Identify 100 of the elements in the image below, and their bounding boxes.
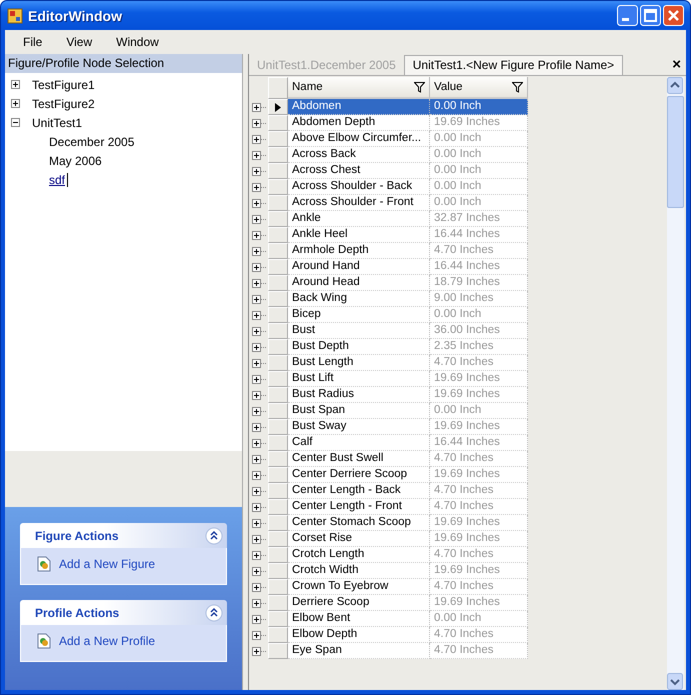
- collapse-icon[interactable]: [205, 526, 223, 544]
- table-cell[interactable]: Abdomen Depth: [288, 115, 430, 131]
- expand-icon[interactable]: [252, 118, 261, 128]
- tree-node[interactable]: December 2005: [47, 134, 136, 148]
- expand-icon[interactable]: [252, 182, 261, 192]
- close-icon[interactable]: [663, 5, 684, 26]
- expand-icon[interactable]: [252, 406, 261, 416]
- table-cell[interactable]: Center Bust Swell: [288, 451, 430, 467]
- expand-icon[interactable]: [252, 150, 261, 160]
- expand-icon[interactable]: [252, 102, 261, 112]
- table-cell[interactable]: Bust Sway: [288, 419, 430, 435]
- expand-icon[interactable]: [252, 262, 261, 272]
- expand-icon[interactable]: [252, 454, 261, 464]
- filter-icon[interactable]: [414, 82, 425, 92]
- table-cell[interactable]: Calf: [288, 435, 430, 451]
- table-cell[interactable]: Across Back: [288, 147, 430, 163]
- tree-node[interactable]: sdf: [47, 172, 68, 186]
- table-cell[interactable]: Center Stomach Scoop: [288, 515, 430, 531]
- collapse-icon[interactable]: [11, 118, 20, 127]
- table-cell[interactable]: Bust Radius: [288, 387, 430, 403]
- table-cell[interactable]: Center Length - Front: [288, 499, 430, 515]
- table-cell[interactable]: Bust Span: [288, 403, 430, 419]
- table-cell[interactable]: Ankle Heel: [288, 227, 430, 243]
- expand-icon[interactable]: [252, 582, 261, 592]
- table-cell[interactable]: Across Shoulder - Front: [288, 195, 430, 211]
- action-link[interactable]: Add a New Figure: [59, 557, 156, 571]
- row-header[interactable]: [268, 99, 288, 115]
- expand-icon[interactable]: [252, 598, 261, 608]
- expand-icon[interactable]: [252, 214, 261, 224]
- expand-icon[interactable]: [252, 566, 261, 576]
- scroll-thumb[interactable]: [667, 96, 684, 208]
- table-cell[interactable]: Derriere Scoop: [288, 595, 430, 611]
- table-cell[interactable]: Crotch Width: [288, 563, 430, 579]
- expand-icon[interactable]: [252, 614, 261, 624]
- table-cell[interactable]: Above Elbow Circumfer...: [288, 131, 430, 147]
- expand-icon[interactable]: [252, 438, 261, 448]
- close-tab-button[interactable]: ×: [667, 56, 686, 75]
- table-cell[interactable]: Elbow Bent: [288, 611, 430, 627]
- expand-icon[interactable]: [252, 310, 261, 320]
- expand-icon[interactable]: [252, 534, 261, 544]
- expand-icon[interactable]: [252, 358, 261, 368]
- expand-icon[interactable]: [252, 422, 261, 432]
- vertical-scrollbar[interactable]: [667, 77, 684, 690]
- table-cell[interactable]: Bust Length: [288, 355, 430, 371]
- table-cell[interactable]: Across Chest: [288, 163, 430, 179]
- tree-node[interactable]: TestFigure1: [30, 78, 97, 92]
- table-cell[interactable]: Center Derriere Scoop: [288, 467, 430, 483]
- column-header[interactable]: Value: [430, 77, 528, 99]
- expand-icon[interactable]: [252, 470, 261, 480]
- table-cell[interactable]: Across Shoulder - Back: [288, 179, 430, 195]
- table-cell[interactable]: Bust: [288, 323, 430, 339]
- table-cell[interactable]: Crown To Eyebrow: [288, 579, 430, 595]
- expand-icon[interactable]: [252, 134, 261, 144]
- expand-icon[interactable]: [252, 518, 261, 528]
- menu-item[interactable]: Window: [104, 35, 171, 49]
- table-cell[interactable]: Bicep: [288, 307, 430, 323]
- expand-icon[interactable]: [252, 550, 261, 560]
- column-header[interactable]: Name: [288, 77, 430, 99]
- table-cell[interactable]: Eye Span: [288, 643, 430, 659]
- expand-icon[interactable]: [252, 630, 261, 640]
- menu-item[interactable]: File: [11, 35, 54, 49]
- table-cell[interactable]: Crotch Length: [288, 547, 430, 563]
- table-cell[interactable]: Corset Rise: [288, 531, 430, 547]
- expand-icon[interactable]: [11, 99, 20, 108]
- expand-icon[interactable]: [252, 390, 261, 400]
- table-cell[interactable]: Elbow Depth: [288, 627, 430, 643]
- tree-node[interactable]: May 2006: [47, 154, 104, 168]
- table-cell[interactable]: Ankle: [288, 211, 430, 227]
- tree-node[interactable]: TestFigure2: [30, 96, 97, 110]
- filter-icon[interactable]: [512, 82, 523, 92]
- tree-node[interactable]: UnitTest1: [30, 116, 84, 130]
- expand-icon[interactable]: [252, 502, 261, 512]
- menu-item[interactable]: View: [54, 35, 104, 49]
- maximize-icon[interactable]: [640, 5, 661, 26]
- expand-icon[interactable]: [252, 246, 261, 256]
- table-cell[interactable]: 0.00 Inch: [430, 99, 528, 115]
- collapse-icon[interactable]: [205, 604, 223, 622]
- expand-icon[interactable]: [11, 80, 20, 89]
- scroll-down-icon[interactable]: [667, 673, 683, 690]
- expand-icon[interactable]: [252, 166, 261, 176]
- scroll-up-icon[interactable]: [667, 77, 683, 94]
- table-cell[interactable]: Abdomen: [288, 99, 430, 115]
- expand-icon[interactable]: [252, 342, 261, 352]
- action-link[interactable]: Add a New Profile: [59, 634, 156, 648]
- expand-icon[interactable]: [252, 326, 261, 336]
- expand-icon[interactable]: [252, 230, 261, 240]
- expand-icon[interactable]: [252, 486, 261, 496]
- table-cell[interactable]: Bust Lift: [288, 371, 430, 387]
- table-cell[interactable]: Bust Depth: [288, 339, 430, 355]
- table-cell[interactable]: Back Wing: [288, 291, 430, 307]
- expand-icon[interactable]: [252, 374, 261, 384]
- document-tab[interactable]: UnitTest1.<New Figure Profile Name>: [404, 55, 624, 75]
- expand-icon[interactable]: [252, 646, 261, 656]
- table-cell[interactable]: Around Hand: [288, 259, 430, 275]
- expand-icon[interactable]: [252, 278, 261, 288]
- table-cell[interactable]: Armhole Depth: [288, 243, 430, 259]
- table-cell[interactable]: Center Length - Back: [288, 483, 430, 499]
- expand-icon[interactable]: [252, 294, 261, 304]
- expand-icon[interactable]: [252, 198, 261, 208]
- minimize-icon[interactable]: [617, 5, 638, 26]
